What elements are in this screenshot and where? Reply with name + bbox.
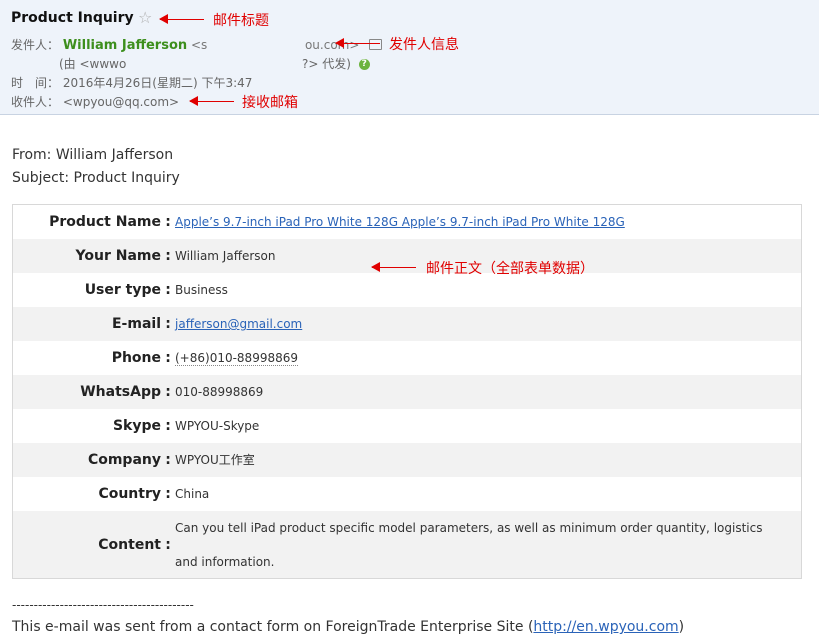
- field-label: Skype: [112, 418, 161, 434]
- field-value: Can you tell iPad product specific model…: [175, 520, 763, 569]
- colon: :: [165, 350, 171, 366]
- annotation-body: 邮件正文（全部表单数据）: [426, 261, 594, 277]
- footer-close: ): [678, 619, 685, 635]
- field-value: Business: [175, 283, 228, 297]
- sender-row: 发件人： William Jafferson <s ou.com>: [11, 36, 383, 53]
- annotation-arrow: [189, 96, 234, 106]
- phone-number[interactable]: (+86)010-88998869: [175, 351, 298, 366]
- colon: :: [165, 316, 171, 332]
- table-row: E-mail : jafferson@gmail.com: [13, 307, 801, 341]
- colon: :: [165, 486, 171, 502]
- time-row: 时 间： 2016年4月26日(星期二) 下午3:47: [11, 74, 252, 91]
- help-icon[interactable]: ?: [358, 59, 370, 70]
- recipient-address[interactable]: <wpyou@qq.com>: [63, 95, 179, 109]
- field-value: Apple’s 9.7-inch iPad Pro White 128G App…: [175, 205, 801, 239]
- table-row: WhatsApp : 010-88998869: [13, 375, 801, 409]
- colon: :: [165, 418, 171, 434]
- mail-header: Product Inquiry ☆ 发件人： William Jafferson…: [0, 0, 819, 115]
- table-row: Company : WPYOU工作室: [13, 443, 801, 477]
- field-label: WhatsApp: [80, 384, 161, 400]
- annotation-arrow: [371, 262, 416, 272]
- table-row: User type : Business: [13, 273, 801, 307]
- field-value: China: [175, 487, 210, 501]
- field-label: Company: [87, 452, 161, 468]
- sender-address-start: <s: [190, 38, 208, 52]
- field-label: Country: [98, 486, 161, 502]
- recipient-row: 收件人： <wpyou@qq.com>: [11, 93, 179, 110]
- field-label: Product Name: [49, 214, 161, 230]
- footer-text: This e-mail was sent from a contact form…: [12, 619, 534, 635]
- form-data-table: Product Name : Apple’s 9.7-inch iPad Pro…: [12, 204, 802, 579]
- table-row: Content : Can you tell iPad product spec…: [13, 511, 801, 578]
- field-label: Content: [98, 536, 161, 553]
- body-from-line: From: William Jafferson: [12, 147, 174, 163]
- field-value: (+86)010-88998869: [175, 341, 801, 375]
- field-label: Phone: [111, 350, 161, 366]
- mail-subject: Product Inquiry: [11, 10, 134, 26]
- colon: :: [165, 452, 171, 468]
- from-label: 发件人：: [11, 38, 60, 52]
- annotation-recipient: 接收邮箱: [242, 95, 298, 111]
- relay-start: (由 <wwwo: [59, 57, 127, 71]
- time-value: 2016年4月26日(星期二) 下午3:47: [62, 76, 253, 90]
- field-value: WPYOU-Skype: [175, 419, 260, 433]
- field-value: jafferson@gmail.com: [175, 307, 801, 341]
- annotation-arrow: [159, 14, 204, 24]
- table-row: Product Name : Apple’s 9.7-inch iPad Pro…: [13, 205, 801, 239]
- relay-end: ?> 代发): [302, 57, 351, 71]
- body-subject-line: Subject: Product Inquiry: [12, 170, 180, 186]
- table-row: Skype : WPYOU-Skype: [13, 409, 801, 443]
- annotation-subject: 邮件标题: [213, 13, 269, 29]
- sender-address-end: ou.com>: [304, 38, 360, 52]
- footer-link[interactable]: http://en.wpyou.com: [533, 619, 678, 635]
- sender-name[interactable]: William Jafferson: [63, 38, 187, 53]
- email-link[interactable]: jafferson@gmail.com: [175, 317, 302, 331]
- colon: :: [165, 214, 171, 230]
- table-row: Country : China: [13, 477, 801, 511]
- time-label: 时 间：: [11, 76, 60, 90]
- footer-divider: ----------------------------------------…: [12, 598, 194, 612]
- field-value: WPYOU工作室: [175, 453, 255, 467]
- field-value: 010-88998869: [175, 385, 264, 399]
- colon: :: [165, 384, 171, 400]
- annotation-arrow: [335, 38, 380, 48]
- add-contact-icon[interactable]: [369, 39, 383, 50]
- annotation-sender: 发件人信息: [389, 37, 459, 53]
- to-label: 收件人：: [11, 95, 60, 109]
- field-label: User type: [84, 282, 161, 298]
- field-label: E-mail: [111, 316, 161, 332]
- product-link[interactable]: Apple’s 9.7-inch iPad Pro White 128G App…: [175, 215, 625, 229]
- relay-row: (由 <wwwo ?> 代发) ?: [59, 55, 370, 72]
- table-row: Phone : (+86)010-88998869: [13, 341, 801, 375]
- field-label: Your Name: [75, 248, 161, 264]
- colon: :: [165, 536, 171, 553]
- footer-line: This e-mail was sent from a contact form…: [12, 619, 684, 635]
- colon: :: [165, 248, 171, 264]
- star-icon[interactable]: ☆: [138, 8, 152, 27]
- colon: :: [165, 282, 171, 298]
